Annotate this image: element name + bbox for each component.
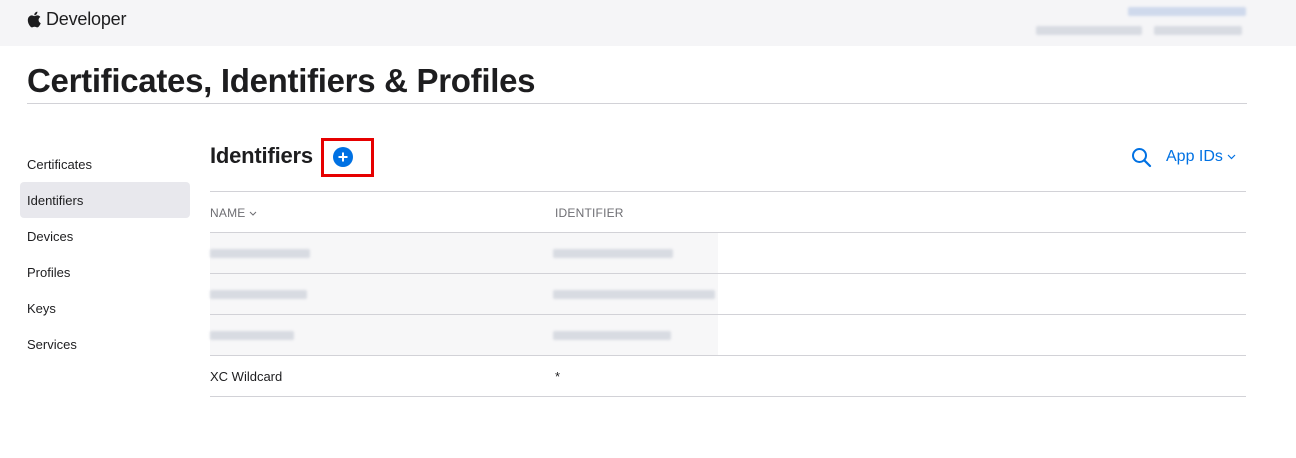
table-header: NAME IDENTIFIER [210, 191, 1246, 233]
section-header: Identifiers [210, 143, 313, 169]
redacted-identifier [553, 290, 715, 299]
plus-icon [338, 152, 348, 162]
column-header-identifier: IDENTIFIER [555, 206, 624, 220]
team-id-redacted [1154, 26, 1242, 35]
page-title: Certificates, Identifiers & Profiles [27, 62, 536, 99]
title-divider [27, 103, 1247, 104]
identifiers-table: NAME IDENTIFIER XC Wildcard * [210, 191, 1246, 397]
table-row[interactable] [210, 315, 1246, 356]
sidebar-item-services[interactable]: Services [20, 326, 190, 362]
sidebar-item-label: Profiles [27, 264, 71, 280]
chevron-down-icon [1227, 154, 1236, 160]
global-nav: Developer [0, 0, 1296, 46]
column-label: NAME [210, 206, 246, 220]
sidebar-item-label: Keys [27, 300, 56, 316]
redacted-name [210, 331, 294, 340]
identifier-name: XC Wildcard [210, 369, 283, 384]
sidebar-item-label: Services [27, 336, 77, 352]
team-name-redacted [1036, 26, 1142, 35]
column-label: IDENTIFIER [555, 206, 624, 220]
app-ids-filter-dropdown[interactable]: App IDs [1166, 148, 1236, 166]
sidebar-item-devices[interactable]: Devices [20, 218, 190, 254]
sidebar-item-keys[interactable]: Keys [20, 290, 190, 326]
redacted-identifier [553, 249, 673, 258]
section-title: Identifiers [210, 143, 313, 168]
developer-home-link[interactable]: Developer [27, 9, 126, 30]
redacted-name [210, 249, 310, 258]
sidebar-item-label: Identifiers [27, 192, 84, 208]
account-name-redacted [1128, 7, 1246, 16]
table-row[interactable] [210, 233, 1246, 274]
sidebar: Certificates Identifiers Devices Profile… [20, 146, 190, 362]
table-row[interactable]: XC Wildcard * [210, 356, 1246, 397]
chevron-down-icon [250, 211, 257, 216]
search-icon[interactable] [1131, 147, 1152, 173]
sidebar-item-identifiers[interactable]: Identifiers [20, 182, 190, 218]
table-row[interactable] [210, 274, 1246, 315]
sidebar-item-label: Devices [27, 228, 74, 244]
add-identifier-button[interactable] [333, 147, 353, 167]
brand-label: Developer [46, 9, 127, 29]
redacted-name [210, 290, 307, 299]
sidebar-item-profiles[interactable]: Profiles [20, 254, 190, 290]
identifier-value: * [555, 369, 561, 384]
apple-logo-icon [27, 11, 41, 28]
sidebar-item-certificates[interactable]: Certificates [20, 146, 190, 182]
column-header-name[interactable]: NAME [210, 206, 257, 220]
redacted-identifier [553, 331, 671, 340]
sidebar-item-label: Certificates [27, 156, 93, 172]
filter-label: App IDs [1166, 148, 1223, 165]
